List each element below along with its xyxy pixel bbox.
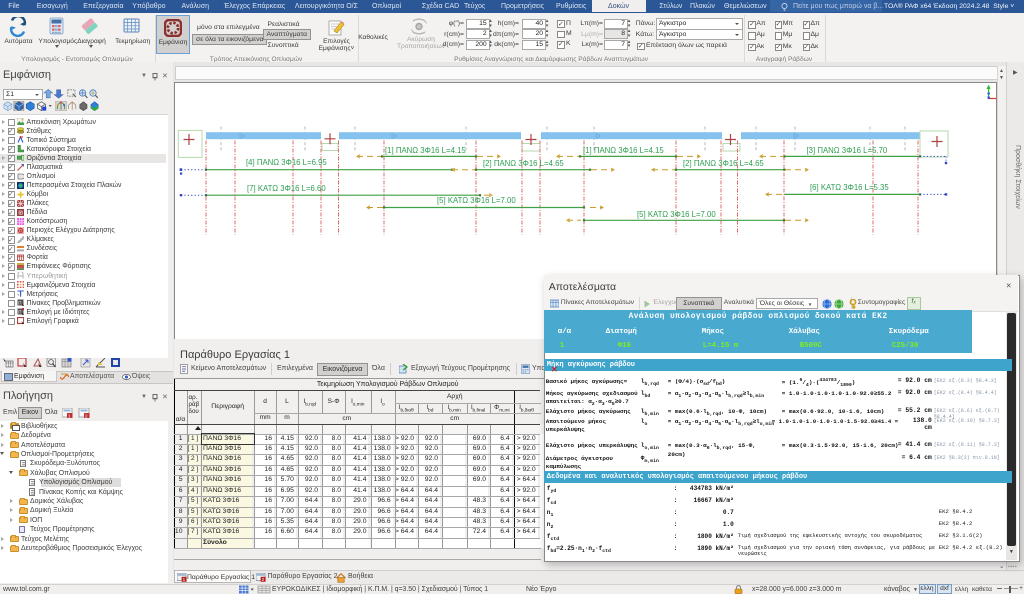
svg-text:Π: Π	[18, 301, 21, 306]
svg-text:2: 2	[85, 413, 88, 418]
svg-text:x: x	[998, 92, 1001, 98]
svg-text:1: 1	[68, 413, 71, 418]
svg-text:2: 2	[262, 577, 265, 582]
svg-text:1: 1	[182, 577, 185, 582]
svg-text:Π: Π	[18, 310, 21, 315]
